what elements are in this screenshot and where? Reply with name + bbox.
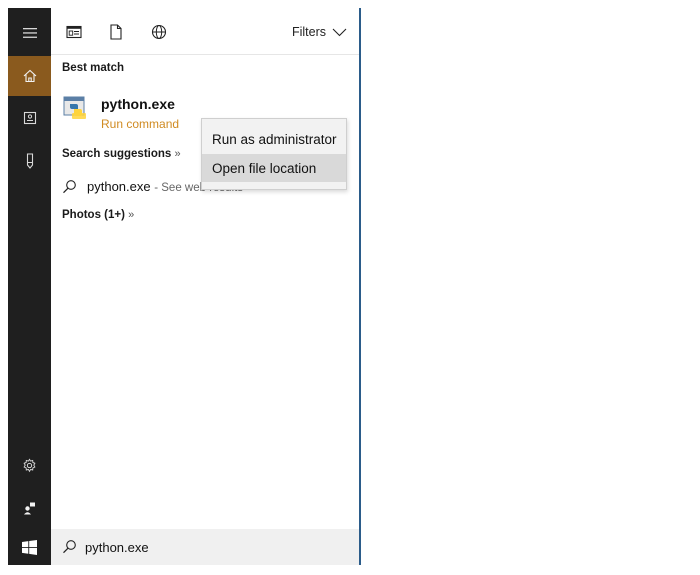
settings-button[interactable] — [8, 445, 51, 485]
best-match-heading: Best match — [62, 62, 124, 74]
home-button[interactable] — [8, 56, 51, 96]
web-icon[interactable] — [150, 23, 168, 41]
chevron-down-icon — [332, 28, 347, 36]
settings-icon — [23, 458, 36, 472]
search-icon — [63, 540, 76, 554]
run-as-administrator-item[interactable]: Run as administrator — [202, 125, 346, 153]
search-suggestions-label: Search suggestions — [62, 148, 172, 160]
open-file-location-item[interactable]: Open file location — [202, 154, 346, 182]
more-arrow: » — [174, 148, 181, 160]
search-suggestions-heading[interactable]: Search suggestions » — [62, 148, 181, 160]
device-button[interactable] — [8, 141, 51, 181]
search-box — [51, 529, 359, 565]
python-app-icon — [63, 96, 86, 119]
apps-icon[interactable] — [65, 23, 83, 41]
photos-heading[interactable]: Photos (1+) » — [62, 209, 134, 221]
photos-label: Photos (1+) — [62, 209, 125, 221]
search-icon — [63, 180, 76, 194]
feedback-icon — [23, 502, 35, 515]
result-title: python.exe — [101, 96, 175, 112]
notebook-icon — [23, 111, 36, 125]
start-button[interactable] — [8, 529, 51, 565]
notebook-button[interactable] — [8, 98, 51, 138]
filters-label: Filters — [291, 25, 326, 39]
documents-icon[interactable] — [107, 23, 125, 41]
search-input[interactable] — [85, 535, 345, 559]
filters-dropdown[interactable]: Filters — [292, 25, 347, 39]
panel-divider — [359, 8, 361, 565]
home-icon — [23, 69, 36, 83]
device-icon — [26, 153, 33, 169]
windows-logo-icon — [22, 539, 37, 555]
suggestion-text: python.exe — [87, 179, 151, 194]
more-arrow: » — [128, 209, 135, 221]
filter-toolbar: Filters — [51, 8, 359, 55]
context-menu: Run as administrator Open file location — [201, 118, 347, 190]
search-results-panel: Filters Best match python.exe Run comman… — [51, 8, 359, 529]
menu-button[interactable] — [8, 13, 51, 53]
result-subtitle: Run command — [101, 117, 180, 131]
left-rail — [8, 8, 51, 565]
start-menu-window: Filters Best match python.exe Run comman… — [0, 0, 700, 575]
feedback-button[interactable] — [8, 488, 51, 528]
menu-icon — [22, 28, 37, 38]
